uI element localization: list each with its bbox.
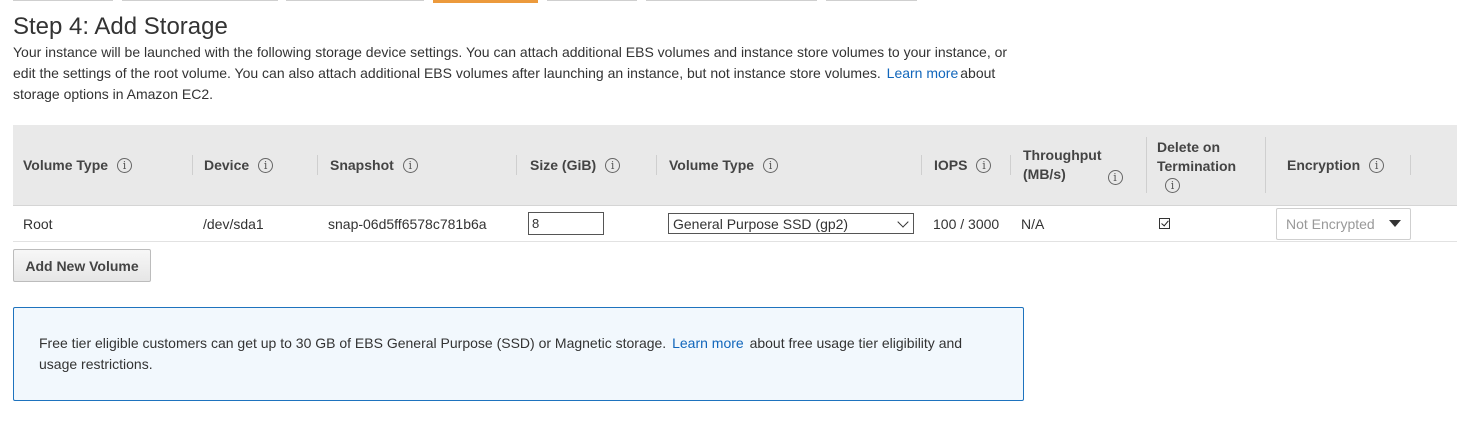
column-divider[interactable] bbox=[317, 155, 318, 175]
column-divider[interactable] bbox=[1146, 137, 1147, 193]
column-divider[interactable] bbox=[192, 155, 193, 175]
col-header-snapshot: Snapshot i bbox=[330, 125, 418, 205]
delete-on-termination-checkbox[interactable] bbox=[1159, 218, 1170, 229]
col-label: Volume Type bbox=[23, 156, 109, 173]
col-label: Volume Type bbox=[669, 156, 755, 173]
info-icon[interactable]: i bbox=[402, 157, 418, 173]
col-header-device: Device i bbox=[204, 125, 274, 205]
size-input[interactable] bbox=[528, 212, 604, 235]
alert-learn-more-link[interactable]: Learn more bbox=[670, 335, 746, 351]
cell-ebs-volume-type: General Purpose SSD (gp2) bbox=[668, 206, 914, 241]
storage-table: Volume Type i Device i Snapshot i Size (… bbox=[13, 125, 1457, 242]
col-label: Throughput (MB/s) bbox=[1023, 146, 1102, 184]
col-label: Size (GiB) bbox=[530, 156, 597, 173]
cell-size bbox=[528, 206, 604, 241]
step-tab[interactable] bbox=[646, 0, 817, 1]
table-row: Root /dev/sda1 snap-06d5ff6578c781b6a Ge… bbox=[13, 206, 1457, 242]
page-description: Your instance will be launched with the … bbox=[13, 42, 1028, 105]
col-header-encryption: Encryption i bbox=[1287, 125, 1385, 205]
column-divider[interactable] bbox=[1010, 155, 1011, 175]
info-icon[interactable]: i bbox=[1107, 170, 1123, 185]
encryption-select[interactable]: Not Encrypted bbox=[1276, 207, 1411, 240]
info-icon[interactable]: i bbox=[117, 157, 133, 173]
table-header: Volume Type i Device i Snapshot i Size (… bbox=[13, 125, 1457, 206]
step-tab[interactable] bbox=[826, 0, 917, 1]
col-header-iops: IOPS i bbox=[934, 125, 992, 205]
cell-volume-type: Root bbox=[23, 215, 53, 232]
volume-type-selected: General Purpose SSD (gp2) bbox=[673, 215, 849, 232]
col-label: Snapshot bbox=[330, 156, 394, 173]
encryption-selected: Not Encrypted bbox=[1286, 215, 1375, 232]
chevron-down-icon bbox=[897, 215, 909, 228]
info-icon[interactable]: i bbox=[1165, 177, 1180, 193]
page-title: Step 4: Add Storage bbox=[13, 13, 228, 40]
info-icon[interactable]: i bbox=[1369, 157, 1385, 173]
col-label-line: Termination bbox=[1157, 157, 1237, 174]
info-icon[interactable]: i bbox=[763, 157, 779, 173]
col-header-throughput: Throughput (MB/s) i bbox=[1023, 125, 1123, 205]
add-new-volume-button[interactable]: Add New Volume bbox=[13, 249, 151, 282]
step-tab[interactable] bbox=[547, 0, 637, 1]
col-label-line: Delete on bbox=[1157, 138, 1221, 155]
description-text: Your instance will be launched with the … bbox=[13, 44, 1008, 81]
wizard-step-tabs bbox=[0, 0, 1463, 3]
cell-throughput: N/A bbox=[1021, 215, 1045, 232]
col-label: Encryption bbox=[1287, 156, 1361, 173]
cell-iops: 100 / 3000 bbox=[933, 215, 1000, 232]
col-header-delete-on-termination: Delete on Termination i bbox=[1157, 125, 1236, 205]
learn-more-link[interactable]: Learn more bbox=[885, 65, 961, 81]
info-icon[interactable]: i bbox=[976, 157, 992, 173]
col-header-volume-type: Volume Type i bbox=[23, 125, 133, 205]
col-header-volume-type-ebs: Volume Type i bbox=[669, 125, 779, 205]
col-header-size: Size (GiB) i bbox=[530, 125, 621, 205]
caret-down-icon bbox=[1389, 220, 1401, 227]
column-divider[interactable] bbox=[1410, 155, 1411, 175]
cell-device: /dev/sda1 bbox=[203, 215, 264, 232]
step-tab[interactable] bbox=[122, 0, 278, 1]
col-label-line: Throughput bbox=[1023, 147, 1102, 163]
step-tab[interactable] bbox=[13, 0, 113, 1]
step-tab[interactable] bbox=[286, 0, 424, 1]
column-divider[interactable] bbox=[1265, 137, 1266, 193]
column-divider[interactable] bbox=[656, 155, 657, 175]
volume-type-select[interactable]: General Purpose SSD (gp2) bbox=[668, 213, 914, 234]
column-divider[interactable] bbox=[921, 155, 922, 175]
col-label: IOPS bbox=[934, 156, 968, 173]
column-divider[interactable] bbox=[516, 155, 517, 175]
step-tab-active[interactable] bbox=[433, 0, 538, 3]
col-label-line: (MB/s) bbox=[1023, 166, 1066, 182]
cell-delete-on-termination bbox=[1159, 206, 1170, 241]
info-icon[interactable]: i bbox=[605, 157, 621, 173]
info-icon[interactable]: i bbox=[258, 157, 274, 173]
cell-snapshot: snap-06d5ff6578c781b6a bbox=[328, 215, 487, 232]
col-label: Device bbox=[204, 156, 250, 173]
free-tier-alert: Free tier eligible customers can get up … bbox=[13, 307, 1024, 401]
alert-text: Free tier eligible customers can get up … bbox=[39, 335, 667, 351]
cell-encryption: Not Encrypted bbox=[1276, 206, 1411, 241]
